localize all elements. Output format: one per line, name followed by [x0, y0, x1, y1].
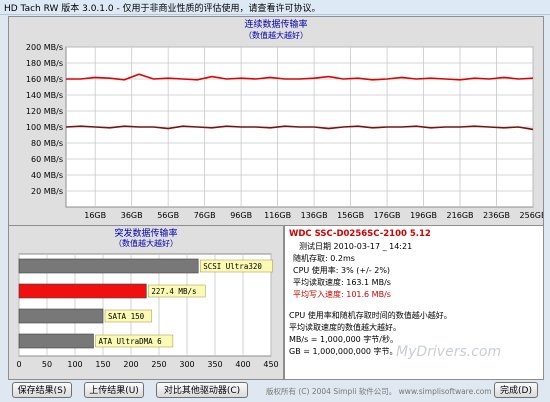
- upload-results-button[interactable]: 上传结果(U): [84, 382, 144, 398]
- burst-chart-panel: 突发数据传输率 （数值越大越好） 0 50 100 150 200 250 300 350 400 4…: [8, 225, 284, 380]
- sequential-x-tick-label: 76GB: [194, 211, 216, 220]
- sequential-chart-title: 连续数据传输率: [244, 18, 307, 30]
- sequential-y-tick-label: 60 MB/s: [31, 155, 63, 164]
- burst-bar-label: SATA 150: [108, 312, 145, 321]
- sequential-x-tick-label: 216GB: [447, 211, 474, 220]
- sequential-x-tick-label: 176GB: [374, 211, 401, 220]
- sequential-x-tick-label: 116GB: [264, 211, 291, 220]
- sequential-y-tick-label: 40 MB/s: [31, 171, 63, 180]
- sequential-chart-panel: 连续数据传输率 （数值越大越好） 200 MB/s 180 MB/s 160 MB/s 1…: [8, 16, 544, 226]
- copyright-text: 版权所有 (C) 2004 Simpli 软件公司。 www.simplisof…: [266, 387, 492, 396]
- note-mbs: MB/s = 1,000,000 字节/秒。: [289, 335, 398, 344]
- sequential-x-tick-label: 36GB: [121, 211, 143, 220]
- watermark: MyDrivers.com: [396, 344, 502, 360]
- burst-chart: 突发数据传输率（数值越大越好） 0 50 100 150 200 250 300 350 400 4…: [16, 227, 278, 369]
- random-access: 随机存取: 0.2ms: [293, 254, 355, 263]
- note-cpu: CPU 使用率和随机存取时间的数值越小越好。: [289, 311, 452, 320]
- sequential-x-tick-label: 196GB: [410, 211, 437, 220]
- cpu-usage: CPU 使用率: 3% (+/- 2%): [293, 266, 391, 275]
- sequential-x-tick-label: 96GB: [230, 211, 252, 220]
- burst-x-tick-label: 50: [42, 360, 52, 369]
- burst-chart-subtitle: （数值越大越好）: [114, 238, 178, 248]
- sequential-x-tick-label: 56GB: [157, 211, 179, 220]
- burst-bar: [18, 283, 147, 299]
- burst-bar: [18, 333, 94, 349]
- window-title: HD Tach RW 版本 3.0.1.0 - 仅用于非商业性质的评估使用，请查…: [4, 4, 321, 14]
- note-gb: GB = 1,000,000,000 字节。: [289, 347, 398, 356]
- sequential-y-tick-label: 160 MB/s: [26, 75, 63, 84]
- sequential-y-tick-label: 100 MB/s: [26, 123, 63, 132]
- test-date: 测试日期 2010-03-17 _ 14:21: [299, 242, 413, 251]
- burst-x-tick-label: 100: [67, 360, 82, 369]
- burst-x-tick-label: 300: [179, 360, 194, 369]
- sequential-y-tick-label: 80 MB/s: [31, 139, 63, 148]
- sequential-x-tick-label: 156GB: [337, 211, 364, 220]
- sequential-x-tick-label: 256GB: [520, 211, 543, 220]
- average-read: 平均读取速度: 163.1 MB/s: [293, 278, 391, 287]
- burst-x-tick-label: 350: [207, 360, 222, 369]
- average-write: 平均写入速度: 101.6 MB/s: [293, 290, 391, 299]
- burst-x-tick-label: 150: [95, 360, 110, 369]
- save-results-button[interactable]: 保存结果(S): [12, 382, 72, 398]
- burst-x-tick-label: 200: [123, 360, 138, 369]
- sequential-y-tick-label: 120 MB/s: [26, 107, 63, 116]
- burst-bar-label: 227.4 MB/s: [151, 287, 196, 296]
- burst-x-tick-label: 400: [235, 360, 250, 369]
- sequential-y-tick-label: 180 MB/s: [26, 59, 63, 68]
- burst-bar: [18, 258, 199, 274]
- sequential-y-tick-label: 20 MB/s: [31, 187, 63, 196]
- burst-x-tick-label: 450: [263, 360, 278, 369]
- sequential-y-tick-label: 140 MB/s: [26, 91, 63, 100]
- compare-drives-button[interactable]: 对比其他驱动器(C): [156, 382, 248, 398]
- sequential-x-tick-label: 136GB: [301, 211, 328, 220]
- burst-bar-label: SCSI Ultra320: [203, 262, 262, 271]
- sequential-x-tick-label: 16GB: [84, 211, 106, 220]
- burst-chart-title: 突发数据传输率: [114, 227, 177, 239]
- done-button[interactable]: 完成(D): [494, 382, 538, 398]
- burst-bar-label: ATA UltraDMA 6: [98, 337, 162, 346]
- sequential-chart: 连续数据传输率（数值越大越好） 200 MB/s 180 MB/s 160 MB/s 1…: [26, 18, 543, 220]
- note-read: 平均读取速度的数值越大越好。: [289, 323, 401, 332]
- burst-x-tick-label: 0: [16, 360, 21, 369]
- burst-bar: [18, 308, 104, 324]
- sequential-chart-subtitle: （数值越大越好）: [244, 30, 308, 40]
- title-bar: HD Tach RW 版本 3.0.1.0 - 仅用于非商业性质的评估使用，请查…: [0, 0, 550, 15]
- sequential-y-tick-label: 200 MB/s: [26, 43, 63, 52]
- drive-name: WDC SSC-D0256SC-2100 5.12: [289, 229, 431, 239]
- sequential-x-tick-label: 236GB: [483, 211, 510, 220]
- burst-x-tick-label: 250: [151, 360, 166, 369]
